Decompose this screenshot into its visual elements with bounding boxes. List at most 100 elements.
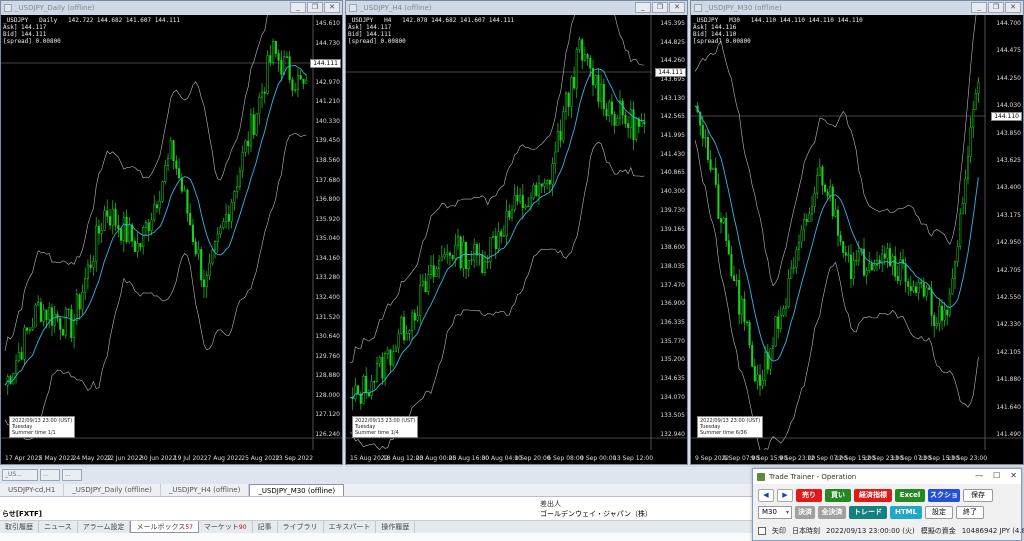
terminal-tab[interactable]: アラーム設定 [78,521,131,533]
candle-body [222,221,225,229]
screenshot-button[interactable]: スクショ [928,489,960,502]
exit-button[interactable]: 終了 [956,506,984,519]
terminal-tab[interactable]: メールボックス57 [130,521,199,533]
candle-body [381,356,384,379]
candle-body [258,96,261,115]
excel-button[interactable]: Excel [895,489,925,502]
minimized-window[interactable]: ... [40,469,60,481]
candle-body [180,177,183,192]
close-icon[interactable]: ✕ [1010,471,1017,480]
candle-body [605,108,608,116]
candle-body [969,126,972,157]
html-button[interactable]: HTML [890,506,922,519]
price-axis-label: 132.400 [315,294,340,301]
chart-tab[interactable]: _USDJPY_M30 (offline) [249,484,345,496]
candle-body [448,252,451,256]
candle-body [424,280,427,293]
minimize-icon[interactable]: _ [635,2,651,13]
chart-tab[interactable]: _USDJPY_H4 (offline) [161,484,250,496]
chart-titlebar[interactable]: _USDJPY_H4 (offline) _ ❐ ✕ [346,1,687,15]
minimize-icon[interactable]: — [975,471,983,480]
chart-window-daily[interactable]: _USDJPY_Daily (offline) _ ❐ ✕ _USDJPY Dail… [0,0,343,465]
chart-titlebar[interactable]: _USDJPY_Daily (offline) _ ❐ ✕ [1,1,342,15]
minimize-icon[interactable]: _ [971,2,987,13]
chart-tab[interactable]: _USDJPY_Daily (offline) [64,484,161,496]
candle-body [365,375,368,394]
price-axis-label: 144.250 [996,74,1021,82]
price-axis-label: 142.705 [996,266,1021,274]
restore-icon[interactable]: ❐ [988,2,1004,13]
candle-body [139,243,142,247]
terminal-tab[interactable]: ライブラリ [278,521,324,533]
price-chart[interactable]: _USDJPY H4 142.078 144.682 141.607 144.1… [346,15,687,464]
candle-body [389,349,392,366]
bollinger-upper-line [349,15,645,364]
close-icon[interactable]: ✕ [669,2,685,13]
sender-column-header[interactable]: 差出人 [540,499,561,509]
close-icon[interactable]: ✕ [1005,2,1021,13]
candle-body [302,78,305,84]
time-axis-label: 17 Apr 2022 [5,455,43,462]
candle-body [277,53,280,61]
time-axis-label: 6 Sep 08:00 [547,455,584,462]
chart-window-h4[interactable]: _USDJPY_H4 (offline) _ ❐ ✕ _USDJPY H4 142.… [345,0,688,465]
terminal-tab[interactable]: ニュース [39,521,78,533]
next-bar-button[interactable]: ▶ [777,489,793,502]
price-axis-label: 127.120 [315,411,340,419]
terminal-tab[interactable]: 記事 [253,521,278,533]
price-chart[interactable]: _USDJPY M30 144.110 144.110 144.110 144.… [691,15,1023,464]
timeframe-select[interactable]: M30 ▾ [758,506,792,519]
chart-window-m30[interactable]: _USDJPY_M30 (offline) _ ❐ ✕ _USDJPY M30 14… [690,0,1024,465]
candle-body [743,298,746,323]
minimized-window[interactable]: _US... [2,469,38,481]
candlestick-series [1,15,342,450]
minimized-window[interactable]: ... [62,469,82,481]
terminal-tab[interactable]: マーケット90 [199,521,253,533]
terminal-tab[interactable]: 操作履歴 [376,521,416,533]
settings-button[interactable]: 設定 [925,506,953,519]
economic-indicators-button[interactable]: 経済指標 [854,489,892,502]
sender-value[interactable]: ゴールデンウェイ・ジャパン（株） [540,509,652,519]
terminal-tab-label: ニュース [44,523,72,531]
terminal-tab[interactable]: 取引履歴 [0,521,39,533]
price-axis-label: 144.475 [996,47,1021,55]
restore-icon[interactable]: ❐ [307,2,323,13]
save-button[interactable]: 保存 [963,489,993,502]
candle-body [849,254,853,279]
price-chart[interactable]: _USDJPY Daily 142.722 144.682 141.607 14… [1,15,342,464]
price-axis-label: 128.880 [315,372,340,380]
buy-button[interactable]: 買い [825,489,851,502]
settle-button[interactable]: 決済 [795,506,815,519]
maximize-icon[interactable]: ☐ [993,471,1000,480]
candle-body [238,170,241,187]
candle-body [782,308,785,316]
close-icon[interactable]: ✕ [324,2,340,13]
candle-body [494,236,497,250]
restore-icon[interactable]: ❐ [652,2,668,13]
arrow-checkbox[interactable] [758,527,766,535]
candle-body [9,376,12,385]
settle-all-button[interactable]: 全決済 [818,506,846,519]
dialog-titlebar[interactable]: Trade Trainer - Operation — ☐ ✕ [753,469,1021,484]
minimize-icon[interactable]: _ [290,2,306,13]
candle-body [519,195,522,202]
time-axis-label: 12 Jun 2022 [106,455,143,462]
candle-body [386,349,389,354]
candle-body [554,151,557,164]
candle-body [153,204,156,221]
terminal-tab[interactable]: エキスパート [324,521,377,533]
candle-body [354,385,357,400]
price-axis-label: 134.160 [315,254,340,262]
candle-body [260,91,264,98]
price-axis-label: 136.900 [660,300,685,308]
candle-body [894,256,897,277]
prev-bar-button[interactable]: ◀ [758,489,774,502]
trade-button[interactable]: トレード [849,506,887,519]
candle-body [961,203,964,215]
candle-body [397,333,400,349]
candle-body [951,278,954,295]
chart-tab[interactable]: USDJPY-cd,H1 [0,484,65,496]
chart-titlebar[interactable]: _USDJPY_M30 (offline) _ ❐ ✕ [691,1,1023,15]
sell-button[interactable]: 売り [796,489,822,502]
candle-body [416,315,419,321]
